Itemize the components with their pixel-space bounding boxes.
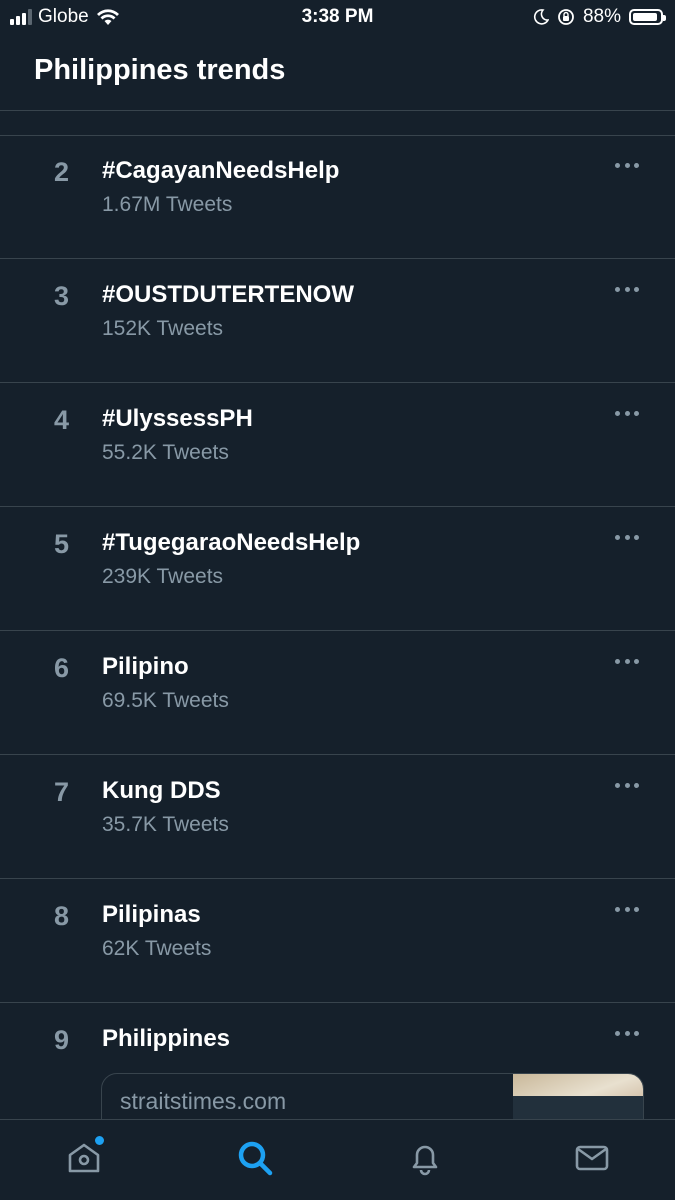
mail-icon [575,1145,609,1171]
list-top-divider [0,110,675,136]
notification-dot [93,1134,106,1147]
trend-rank: 5 [54,529,70,559]
battery-icon [629,9,666,25]
more-options-icon[interactable] [615,659,639,667]
status-right: 88% [533,6,666,28]
trend-count: 152K Tweets [102,317,224,340]
trend-list: 2 #CagayanNeedsHelp 1.67M Tweets 3 #OUST… [0,135,675,1200]
more-options-icon[interactable] [615,163,639,171]
screen: Globe 3:38 PM 88% Philippines trends 2 #… [0,0,675,1200]
trend-count: 35.7K Tweets [102,813,229,836]
more-options-icon[interactable] [615,287,639,295]
tab-home[interactable] [64,1134,106,1178]
bell-icon [412,1145,438,1176]
more-options-icon[interactable] [615,1031,639,1039]
search-icon [238,1141,273,1176]
trend-rank: 6 [54,653,70,683]
trend-row[interactable]: 5 #TugegaraoNeedsHelp 239K Tweets [0,507,675,631]
trend-count: 55.2K Tweets [102,441,229,464]
trend-row[interactable]: 8 Pilipinas 62K Tweets [0,879,675,1003]
tab-notifications[interactable] [405,1138,445,1178]
battery-percent: 88% [582,6,621,27]
rotation-lock-icon [558,9,574,25]
trend-name[interactable]: #CagayanNeedsHelp [102,157,339,185]
trend-name[interactable]: #OUSTDUTERTENOW [102,281,354,309]
trend-row[interactable]: 4 #UlyssessPH 55.2K Tweets [0,383,675,507]
trend-row[interactable]: 3 #OUSTDUTERTENOW 152K Tweets [0,259,675,383]
trend-count: 1.67M Tweets [102,193,233,216]
tab-bar [0,1119,675,1200]
more-options-icon[interactable] [615,535,639,543]
tab-messages[interactable] [572,1138,612,1178]
trend-row[interactable]: 6 Pilipino 69.5K Tweets [0,631,675,755]
trend-name[interactable]: Pilipino [102,653,189,681]
trend-count: 69.5K Tweets [102,689,229,712]
trend-row[interactable]: 2 #CagayanNeedsHelp 1.67M Tweets [0,135,675,259]
trend-count: 62K Tweets [102,937,212,960]
trend-name[interactable]: #TugegaraoNeedsHelp [102,529,360,557]
status-bar: Globe 3:38 PM 88% [0,0,675,34]
tab-search[interactable] [235,1138,275,1178]
trend-rank: 4 [54,405,70,435]
header: Philippines trends [0,34,675,111]
trend-name[interactable]: Philippines [102,1025,230,1053]
trend-name[interactable]: Kung DDS [102,777,221,805]
more-options-icon[interactable] [615,783,639,791]
more-options-icon[interactable] [615,907,639,915]
trend-rank: 9 [54,1025,70,1055]
trend-rank: 3 [54,281,70,311]
more-options-icon[interactable] [615,411,639,419]
trend-row[interactable]: 7 Kung DDS 35.7K Tweets [0,755,675,879]
news-card-domain: straitstimes.com [120,1088,287,1114]
moon-icon [533,9,549,25]
trend-rank: 8 [54,901,70,931]
page-title: Philippines trends [34,54,286,86]
trend-count: 239K Tweets [102,565,224,588]
trend-name[interactable]: Pilipinas [102,901,201,929]
trend-rank: 2 [54,157,70,187]
trend-name[interactable]: #UlyssessPH [102,405,253,433]
trend-rank: 7 [54,777,70,807]
